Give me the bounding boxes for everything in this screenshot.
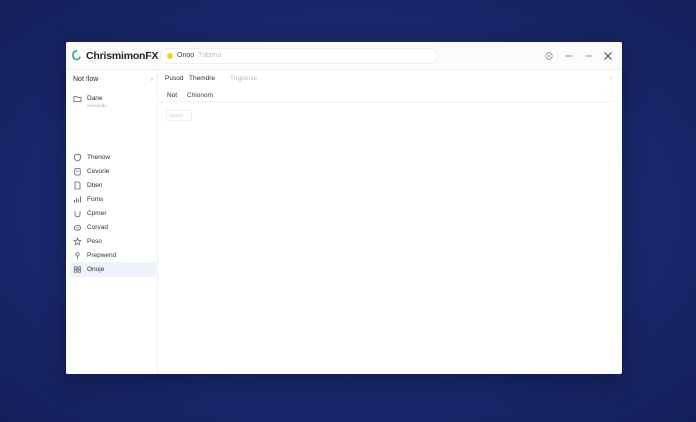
tab-status-dot (167, 53, 173, 59)
main-content: Pusod Themdre Tngbenie › Not Chionom · N… (158, 70, 622, 374)
cup-icon (74, 211, 81, 218)
sidebar-item-dane[interactable]: Dane anonsodo (70, 92, 156, 110)
chevron-right-icon: › (150, 76, 153, 83)
sidebar: Not !low › Dane anonsodo Thenow Cevorie … (66, 70, 158, 374)
sidebar-item-prepwend[interactable]: Prepwend (70, 249, 156, 262)
pin-icon (75, 252, 80, 259)
detail-row: Not Chionom · (158, 88, 612, 102)
sidebar-header[interactable]: Not !low › (73, 76, 153, 88)
app-logo-icon (72, 50, 81, 61)
sidebar-item-label: Thenow (87, 154, 111, 161)
sidebar-item-label: Dben (87, 182, 103, 189)
sidebar-item-label: Corvad (87, 224, 108, 231)
chevron-right-icon[interactable]: › (610, 75, 612, 82)
detail-value: Chionom (187, 92, 214, 99)
sidebar-item-thenow[interactable]: Thenow (70, 151, 156, 164)
sidebar-item-dben[interactable]: Dben (70, 179, 156, 192)
sidebar-item-foms[interactable]: Foms (70, 193, 156, 206)
clipboard-icon (74, 168, 81, 176)
tab-label: Onoo (177, 52, 195, 59)
minimize-button[interactable] (563, 50, 575, 62)
sidebar-item-label: Prepwend (87, 252, 117, 259)
cloud-icon (73, 225, 82, 231)
settings-icon[interactable] (543, 50, 555, 62)
folder-icon (73, 96, 82, 102)
document-icon (74, 181, 81, 190)
sidebar-item-label: Foms (87, 196, 104, 203)
sidebar-item-cpmer[interactable]: Cpmer (70, 207, 156, 220)
detail-label: Not (167, 92, 178, 99)
sidebar-item-cevorie[interactable]: Cevorie (70, 165, 156, 178)
app-title: ChrismimonFX (86, 50, 159, 62)
grid-icon (73, 266, 81, 273)
sidebar-item-onoje[interactable]: Onoje (70, 262, 156, 277)
sidebar-item-label: Peso (87, 238, 102, 245)
breadcrumb-item[interactable]: Themdre (189, 75, 215, 82)
chart-icon (74, 196, 81, 203)
title-bar: ChrismimonFX Onoo Tnbimo (66, 42, 622, 70)
maximize-button[interactable] (583, 50, 595, 62)
sidebar-item-label: Onoje (87, 266, 105, 273)
name-field[interactable]: Nomo (166, 109, 192, 121)
breadcrumb-item[interactable]: Pusod (165, 75, 183, 82)
sidebar-item-label: Dane (87, 95, 103, 102)
row-menu-icon[interactable]: · (602, 91, 604, 97)
sidebar-item-corvad[interactable]: Corvad (70, 221, 156, 234)
shield-icon (74, 153, 81, 162)
tab-hint: Tnbimo (198, 52, 222, 59)
sidebar-item-peso[interactable]: Peso (70, 235, 156, 248)
tab-active[interactable]: Onoo Tnbimo (160, 48, 438, 64)
sidebar-header-label: Not !low (73, 76, 99, 83)
sidebar-item-label: Cevorie (87, 168, 110, 175)
app-window: ChrismimonFX Onoo Tnbimo Not !low › Dane… (66, 42, 622, 374)
breadcrumb-item[interactable]: Tngbenie (230, 75, 257, 82)
star-icon (73, 237, 82, 246)
close-button[interactable] (602, 50, 614, 62)
sidebar-item-sublabel: anonsodo (87, 103, 107, 108)
sidebar-item-label: Cpmer (87, 210, 107, 217)
